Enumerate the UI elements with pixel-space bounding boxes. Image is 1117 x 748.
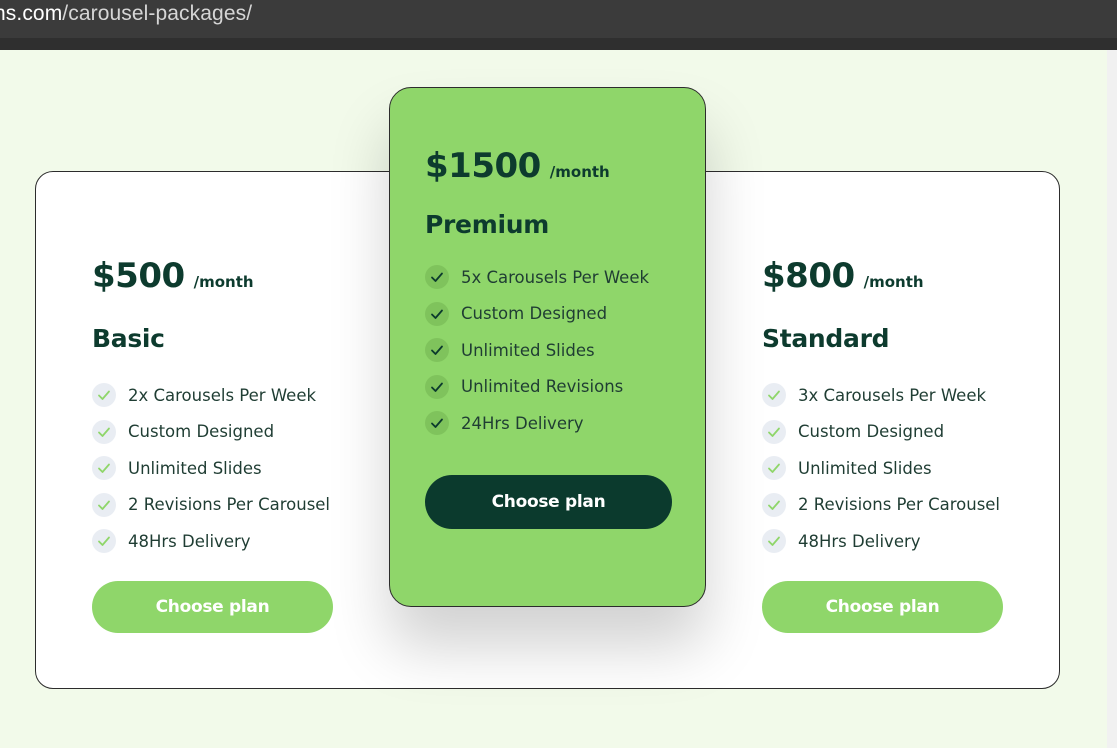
feature-item: 5x Carousels Per Week xyxy=(425,259,649,296)
feature-item: 2 Revisions Per Carousel xyxy=(762,487,1000,524)
check-icon xyxy=(425,265,449,290)
plan-name: Premium xyxy=(425,210,549,239)
feature-item: Unlimited Revisions xyxy=(425,369,649,406)
feature-item: Unlimited Slides xyxy=(762,450,1000,487)
check-icon xyxy=(92,492,116,517)
url-domain: ns.com xyxy=(0,2,63,25)
browser-toolbar-strip xyxy=(0,38,1117,50)
check-icon xyxy=(762,383,786,408)
feature-list: 5x Carousels Per Week Custom Designed Un… xyxy=(425,259,649,442)
plan-name: Basic xyxy=(92,324,165,353)
plan-card-standard: $800 /month Standard 3x Carousels Per We… xyxy=(762,256,1003,633)
check-icon xyxy=(92,383,116,408)
check-icon xyxy=(762,456,786,481)
feature-item: Unlimited Slides xyxy=(425,332,649,369)
feature-label: Custom Designed xyxy=(798,422,945,442)
price-row: $800 /month xyxy=(762,256,1000,296)
feature-item: 48Hrs Delivery xyxy=(762,523,1000,560)
feature-list: 3x Carousels Per Week Custom Designed Un… xyxy=(762,377,1000,560)
plan-price: $1500 xyxy=(425,146,541,186)
feature-label: Custom Designed xyxy=(128,422,275,442)
check-icon xyxy=(92,529,116,554)
check-icon xyxy=(425,374,449,399)
price-row: $1500 /month xyxy=(425,146,649,186)
feature-item: 24Hrs Delivery xyxy=(425,405,649,442)
feature-label: 2 Revisions Per Carousel xyxy=(798,495,1001,515)
feature-item: 2 Revisions Per Carousel xyxy=(92,487,330,524)
choose-plan-button-basic[interactable]: Choose plan xyxy=(92,581,333,633)
price-row: $500 /month xyxy=(92,256,330,296)
feature-item: Custom Designed xyxy=(762,414,1000,451)
feature-list: 2x Carousels Per Week Custom Designed Un… xyxy=(92,377,330,560)
choose-plan-button-standard[interactable]: Choose plan xyxy=(762,581,1003,633)
choose-plan-button-premium[interactable]: Choose plan xyxy=(425,475,672,529)
feature-label: 5x Carousels Per Week xyxy=(461,267,650,287)
feature-label: 3x Carousels Per Week xyxy=(798,385,987,405)
feature-label: 2x Carousels Per Week xyxy=(128,385,317,405)
feature-label: 24Hrs Delivery xyxy=(461,413,584,433)
check-icon xyxy=(762,529,786,554)
plan-price: $800 xyxy=(762,256,855,296)
price-period: /month xyxy=(863,273,924,291)
page-scrollbar[interactable] xyxy=(1107,50,1117,748)
url-text[interactable]: ns.com/carousel-packages/ xyxy=(0,2,252,26)
plan-card-basic: $500 /month Basic 2x Carousels Per Week … xyxy=(92,256,333,633)
url-path: /carousel-packages/ xyxy=(62,2,253,25)
check-icon xyxy=(762,419,786,444)
check-icon xyxy=(92,456,116,481)
price-period: /month xyxy=(549,163,610,181)
feature-item: Unlimited Slides xyxy=(92,450,330,487)
plan-name: Standard xyxy=(762,324,890,353)
browser-address-bar: ns.com/carousel-packages/ xyxy=(0,0,1117,38)
feature-label: Unlimited Revisions xyxy=(461,377,624,397)
plan-card-premium: $1500 /month Premium 5x Carousels Per We… xyxy=(425,146,672,529)
feature-label: Unlimited Slides xyxy=(461,340,595,360)
check-icon xyxy=(762,492,786,517)
feature-label: Unlimited Slides xyxy=(798,458,932,478)
check-icon xyxy=(92,419,116,444)
feature-label: Unlimited Slides xyxy=(128,458,262,478)
feature-item: Custom Designed xyxy=(425,296,649,333)
feature-item: 3x Carousels Per Week xyxy=(762,377,1000,414)
feature-item: Custom Designed xyxy=(92,414,330,451)
check-icon xyxy=(425,338,449,363)
feature-label: 48Hrs Delivery xyxy=(128,531,251,551)
feature-label: Custom Designed xyxy=(461,304,608,324)
check-icon xyxy=(425,301,449,326)
feature-item: 2x Carousels Per Week xyxy=(92,377,330,414)
feature-label: 2 Revisions Per Carousel xyxy=(128,495,331,515)
check-icon xyxy=(425,411,449,436)
feature-item: 48Hrs Delivery xyxy=(92,523,330,560)
plan-price: $500 xyxy=(92,256,185,296)
price-period: /month xyxy=(193,273,254,291)
feature-label: 48Hrs Delivery xyxy=(798,531,921,551)
